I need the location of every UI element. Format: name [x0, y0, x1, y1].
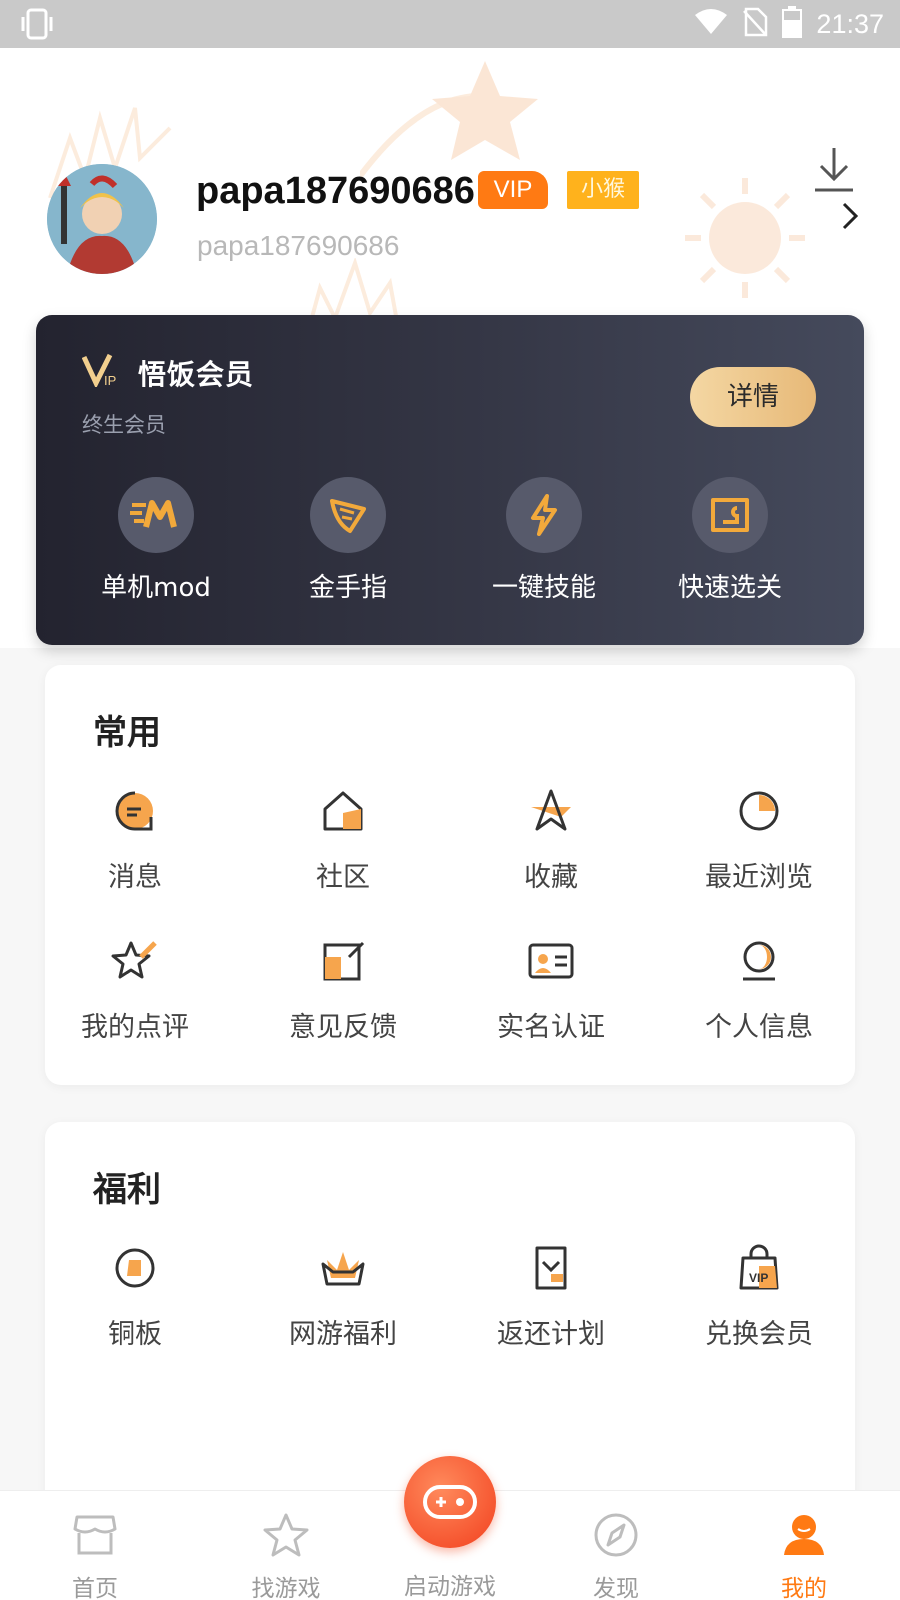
username: papa187690686	[196, 170, 475, 212]
crown-gift-icon	[321, 1252, 365, 1286]
menu-item-label: 社区	[316, 862, 370, 893]
vip-subtitle: 终生会员	[82, 413, 166, 437]
menu-item-profile[interactable]: 个人信息	[669, 937, 849, 1044]
menu-item-realname[interactable]: 实名认证	[461, 937, 641, 1044]
nav-label: 找游戏	[251, 1576, 321, 1600]
message-icon	[115, 791, 153, 831]
review-star-icon	[111, 941, 157, 979]
menu-item-label: 最近浏览	[705, 862, 813, 893]
nav-label: 我的	[781, 1576, 827, 1600]
menu-item-feedback[interactable]: 意见反馈	[253, 937, 433, 1044]
download-button[interactable]	[812, 146, 856, 194]
menu-item-refund[interactable]: 返还计划	[461, 1244, 641, 1351]
vip-feature-label: 金手指	[308, 573, 387, 603]
vip-feature-skill[interactable]: 一键技能	[464, 477, 624, 604]
mod-m-icon	[118, 477, 194, 553]
vip-bag-icon: VIP	[739, 1244, 779, 1290]
id-card-icon	[528, 943, 574, 979]
section-title: 常用	[93, 713, 161, 753]
menu-item-label: 兑换会员	[705, 1319, 813, 1350]
vip-detail-button[interactable]: 详情	[690, 367, 816, 427]
vibrate-icon	[20, 8, 54, 44]
nav-start-game[interactable]: 启动游戏	[390, 1561, 510, 1600]
menu-item-review[interactable]: 我的点评	[45, 937, 225, 1044]
vip-feature-label: 快速选关	[677, 573, 782, 603]
profile-info-icon	[743, 941, 775, 981]
menu-item-collect[interactable]: 收藏	[461, 787, 641, 894]
chevron-right-icon[interactable]	[838, 200, 862, 232]
coin-icon	[115, 1248, 155, 1288]
menu-item-community[interactable]: 社区	[253, 787, 433, 894]
vip-feature-cheat[interactable]: 金手指	[268, 477, 428, 604]
nav-label: 首页	[72, 1576, 118, 1600]
nav-label: 启动游戏	[404, 1574, 496, 1600]
ticket-icon	[692, 477, 768, 553]
menu-item-label: 网游福利	[289, 1319, 397, 1350]
avatar[interactable]	[47, 164, 157, 274]
clock-time: 21:37	[816, 8, 884, 39]
vip-badge: VIP	[478, 171, 548, 209]
common-panel: 常用 消息 社区 收藏 最近浏览 我的点评 意见反馈 实名认证 个人信息	[45, 665, 855, 1085]
svg-text:IP: IP	[104, 373, 116, 387]
star-icon	[263, 1513, 309, 1557]
nav-label: 发现	[593, 1576, 639, 1600]
vip-feature-level[interactable]: 快速选关	[650, 477, 810, 604]
menu-item-label: 实名认证	[497, 1012, 605, 1043]
menu-item-label: 铜板	[108, 1319, 162, 1350]
compass-icon	[594, 1513, 638, 1557]
gamepad-icon	[423, 1485, 477, 1519]
nav-mine[interactable]: 我的	[744, 1511, 864, 1600]
no-sim-icon	[742, 7, 768, 41]
battery-icon	[782, 6, 803, 42]
recent-clock-icon	[739, 791, 779, 831]
vip-logo-icon: IP	[82, 353, 116, 387]
menu-item-coin[interactable]: 铜板	[45, 1244, 225, 1351]
community-home-icon	[323, 791, 363, 831]
nav-discover[interactable]: 发现	[556, 1511, 676, 1600]
vip-title: 悟饭会员	[138, 358, 255, 391]
vip-feature-mod[interactable]: 单机mod	[76, 477, 236, 604]
menu-item-label: 我的点评	[81, 1012, 189, 1043]
lightning-icon	[506, 477, 582, 553]
menu-item-message[interactable]: 消息	[45, 787, 225, 894]
nav-home[interactable]: 首页	[35, 1511, 155, 1600]
feedback-icon	[323, 941, 365, 981]
menu-item-label: 意见反馈	[289, 1012, 397, 1043]
nav-find-game[interactable]: 找游戏	[226, 1511, 346, 1600]
user-icon	[784, 1515, 824, 1555]
menu-item-label: 个人信息	[705, 1012, 813, 1043]
vip-feature-label: 单机mod	[101, 573, 211, 603]
level-badge: 小猴	[567, 171, 639, 209]
refund-icon	[535, 1246, 567, 1290]
menu-item-label: 收藏	[524, 862, 578, 893]
vip-feature-label: 一键技能	[491, 573, 596, 603]
wing-icon	[310, 477, 386, 553]
menu-item-label: 消息	[108, 862, 162, 893]
status-bar: 21:37	[0, 0, 900, 48]
section-title: 福利	[93, 1170, 161, 1210]
menu-item-online-welfare[interactable]: 网游福利	[253, 1244, 433, 1351]
menu-item-recent[interactable]: 最近浏览	[669, 787, 849, 894]
home-store-icon	[73, 1515, 117, 1555]
vip-card[interactable]: IP 悟饭会员 终生会员 详情 单机mod 金手指 一键技能 快速选关	[36, 315, 864, 645]
decor-sun-icon	[685, 178, 805, 298]
menu-item-redeem-vip[interactable]: VIP 兑换会员	[669, 1244, 849, 1351]
user-id: papa187690686	[197, 230, 400, 261]
svg-text:VIP: VIP	[749, 1271, 768, 1285]
menu-item-label: 返还计划	[497, 1319, 605, 1350]
wifi-icon	[694, 8, 728, 40]
start-game-button[interactable]	[404, 1456, 496, 1548]
star-collect-icon	[531, 789, 571, 831]
